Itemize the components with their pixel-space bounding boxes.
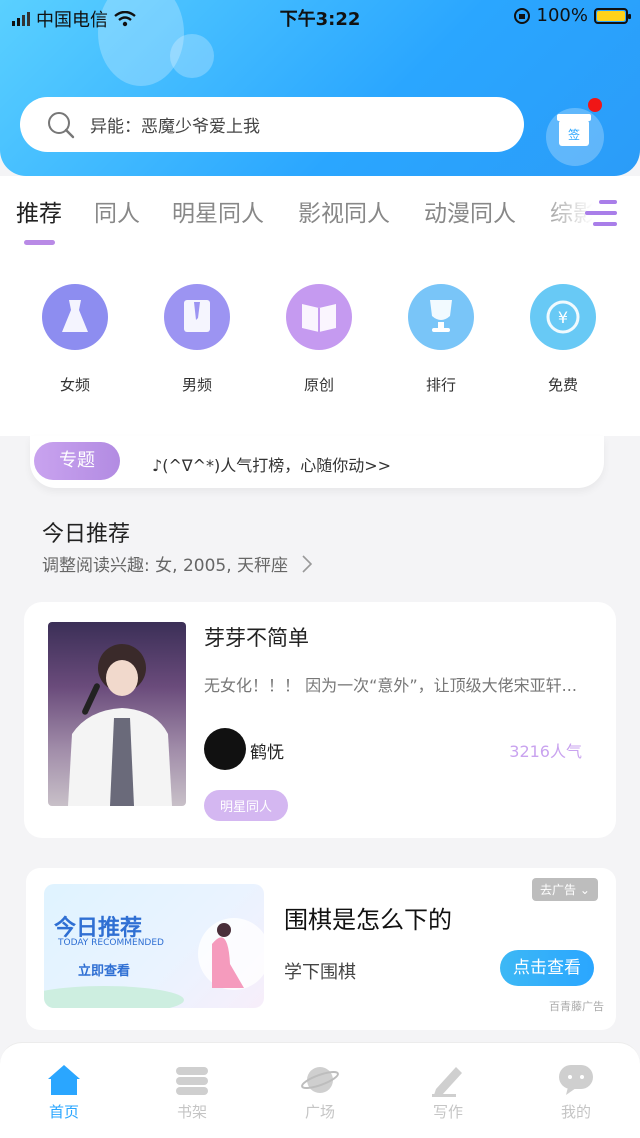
chevron-right-icon xyxy=(302,554,313,573)
book-card[interactable]: 芽芽不简单 无女化！！！ 因为一次“意外”，让顶级大佬宋亚轩... 鹤怃 321… xyxy=(24,602,616,838)
popularity: 3216人气 xyxy=(509,742,582,761)
search-icon xyxy=(48,111,75,138)
tabbar-home[interactable]: 首页 xyxy=(24,1063,104,1122)
topic-banner[interactable]: 专题 ♪(^∇^*)人气打榜，心随你动>> xyxy=(30,436,604,488)
tab-star-fanfic[interactable]: 明星同人 xyxy=(172,194,264,228)
tab-recommend[interactable]: 推荐 xyxy=(16,194,62,228)
category-original[interactable]: 原创 xyxy=(264,284,374,395)
author-avatar xyxy=(204,728,246,770)
category-tabs: 推荐 同人 明星同人 影视同人 动漫同人 综影 xyxy=(0,176,640,246)
ad-card[interactable]: 今日推荐 TODAY RECOMMENDED 立即查看 围棋是怎么下的 学下围棋… xyxy=(26,868,616,1030)
remove-ad-button[interactable]: 去广告 ⌄ xyxy=(532,878,598,901)
tabbar-write[interactable]: 写作 xyxy=(408,1063,488,1122)
notification-dot xyxy=(588,98,602,112)
ad-image: 今日推荐 TODAY RECOMMENDED 立即查看 xyxy=(44,884,264,1008)
ad-image-action: 立即查看 xyxy=(78,964,131,979)
category-grid: 女频 男频 原创 排行 ¥ 免费 xyxy=(0,246,640,436)
planet-icon xyxy=(300,1063,340,1097)
tabbar-mine[interactable]: 我的 xyxy=(536,1063,616,1122)
reading-interest-text: 调整阅读兴趣: 女, 2005, 天秤座 xyxy=(42,556,289,576)
tab-anime-fanfic[interactable]: 动漫同人 xyxy=(424,194,516,228)
section-title: 今日推荐 xyxy=(42,522,131,547)
tab-fanfic[interactable]: 同人 xyxy=(94,194,140,228)
search-bar[interactable]: 异能：恶魔少爷爱上我 xyxy=(20,97,524,152)
book-title: 芽芽不简单 xyxy=(204,626,309,650)
ad-source: 百青藤广告 xyxy=(549,1000,604,1013)
reading-interest-link[interactable]: 调整阅读兴趣: 女, 2005, 天秤座 xyxy=(42,551,313,576)
sign-in-gift-button[interactable]: 签 xyxy=(546,98,604,166)
yuan-icon: ¥ xyxy=(530,284,596,350)
bottom-tab-bar: 首页 书架 广场 写作 我的 xyxy=(0,1042,640,1138)
battery-percent: 100% xyxy=(536,5,588,26)
bookshelf-icon xyxy=(172,1063,212,1097)
ad-title: 围棋是怎么下的 xyxy=(284,906,452,934)
ad-image-subtitle: TODAY RECOMMENDED xyxy=(58,938,164,948)
tabbar-bookshelf[interactable]: 书架 xyxy=(152,1063,232,1122)
tab-film-fanfic[interactable]: 影视同人 xyxy=(298,194,390,228)
book-description: 无女化！！！ 因为一次“意外”，让顶级大佬宋亚轩... xyxy=(204,676,577,695)
topic-badge: 专题 xyxy=(34,442,120,480)
pen-icon xyxy=(428,1063,468,1097)
battery-icon xyxy=(594,7,631,24)
dress-icon xyxy=(42,284,108,350)
genre-tag[interactable]: 明星同人 xyxy=(204,790,289,821)
topic-text: ♪(^∇^*)人气打榜，心随你动>> xyxy=(152,456,392,475)
category-female[interactable]: 女频 xyxy=(20,284,130,395)
category-ranking[interactable]: 排行 xyxy=(386,284,496,395)
ad-view-button[interactable]: 点击查看 xyxy=(500,950,594,986)
chat-bubble-icon xyxy=(556,1063,596,1097)
menu-icon[interactable] xyxy=(585,200,617,234)
status-bar: 中国电信 下午3:22 100% xyxy=(0,0,640,34)
active-tab-indicator xyxy=(24,240,55,245)
rotation-lock-icon xyxy=(513,7,530,24)
shirt-icon xyxy=(164,284,230,350)
svg-text:¥: ¥ xyxy=(558,308,568,327)
header: 中国电信 下午3:22 100% 异能：恶魔少爷爱上我 签 xyxy=(0,0,640,176)
trophy-icon xyxy=(408,284,474,350)
book-cover-image xyxy=(48,622,186,806)
category-free[interactable]: ¥ 免费 xyxy=(508,284,618,395)
gift-icon: 签 xyxy=(557,114,591,146)
ad-subtitle: 学下围棋 xyxy=(284,962,356,983)
home-icon xyxy=(44,1063,84,1097)
category-male[interactable]: 男频 xyxy=(142,284,252,395)
search-placeholder: 异能：恶魔少爷爱上我 xyxy=(90,117,260,137)
author-name: 鹤怃 xyxy=(250,743,284,763)
book-icon xyxy=(286,284,352,350)
chevron-down-icon: ⌄ xyxy=(579,883,590,897)
decor-bubble xyxy=(170,34,214,78)
tabbar-square[interactable]: 广场 xyxy=(280,1063,360,1122)
